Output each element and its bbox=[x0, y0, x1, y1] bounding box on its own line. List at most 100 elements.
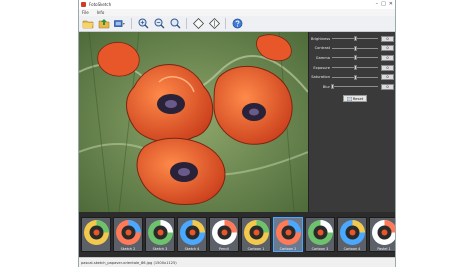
slider-handle[interactable] bbox=[353, 74, 357, 80]
effect-label: Cartoon 4 bbox=[343, 247, 361, 251]
blur-slider[interactable] bbox=[331, 84, 378, 90]
effect-filmstrip: Sketch 2 Sketch 3 Sketch 4 Pencil Cartoon 1 C… bbox=[79, 212, 395, 257]
main-area: Brightness 0 Contrast 0 Gamma 0 Exposure… bbox=[79, 32, 395, 212]
window-title: FotoSketch bbox=[89, 2, 112, 7]
zoom-fit-button[interactable] bbox=[169, 18, 181, 30]
effect-thumbnail[interactable]: Sketch 3 bbox=[145, 217, 175, 252]
poppy-sketch-image bbox=[79, 32, 308, 212]
menu-item-file[interactable]: File bbox=[82, 10, 89, 15]
slider-label: Exposure bbox=[313, 65, 330, 70]
effect-label: Sketch 4 bbox=[184, 247, 200, 251]
maximize-icon[interactable]: □ bbox=[381, 1, 386, 7]
slider-handle[interactable] bbox=[353, 55, 357, 61]
effect-thumbnail[interactable]: Cartoon 4 bbox=[337, 217, 367, 252]
minimize-icon[interactable]: – bbox=[376, 1, 379, 7]
reset-button[interactable]: Reset bbox=[343, 95, 367, 102]
effect-label: Sketch 2 bbox=[120, 247, 136, 251]
effect-preview-image bbox=[115, 220, 141, 245]
rotate-left-icon bbox=[192, 18, 204, 29]
zoom-in-button[interactable] bbox=[137, 18, 149, 30]
zoom-out-icon bbox=[154, 18, 164, 29]
effect-thumbnail[interactable]: Pastel 1 bbox=[369, 217, 395, 252]
slider-label: Contrast bbox=[314, 46, 330, 51]
slider-handle[interactable] bbox=[353, 65, 357, 71]
menu-bar: File Info bbox=[79, 9, 395, 16]
zoom-in-icon bbox=[138, 18, 148, 29]
effect-label: Sketch 3 bbox=[152, 247, 168, 251]
slider-row-contrast: Contrast 0 bbox=[309, 44, 395, 54]
effect-preview-image bbox=[339, 220, 365, 245]
rotate-right-button[interactable] bbox=[208, 18, 220, 30]
reset-icon bbox=[346, 96, 352, 101]
effect-preview-image bbox=[211, 220, 237, 245]
effect-preview-image bbox=[307, 220, 333, 245]
window-controls: – □ ✕ bbox=[376, 1, 393, 7]
effect-thumbnail[interactable]: Cartoon 1 bbox=[241, 217, 271, 252]
app-window: FotoSketch – □ ✕ File Info Brightness 0 … bbox=[78, 0, 396, 267]
slider-row-gamma: Gamma 0 bbox=[309, 53, 395, 63]
slider-row-saturation: Saturation 0 bbox=[309, 72, 395, 82]
toolbar bbox=[79, 16, 395, 32]
saturation-value-field[interactable]: 0 bbox=[381, 74, 394, 81]
title-bar: FotoSketch – □ ✕ bbox=[79, 0, 395, 9]
slider-handle[interactable] bbox=[331, 84, 335, 90]
open-button[interactable] bbox=[82, 18, 94, 30]
slider-handle[interactable] bbox=[353, 36, 357, 42]
image-canvas[interactable] bbox=[79, 32, 308, 212]
rotate-right-icon bbox=[208, 18, 220, 29]
effect-preview-image bbox=[243, 220, 269, 245]
slider-handle[interactable] bbox=[353, 45, 357, 51]
zoom-fit-icon bbox=[170, 18, 180, 29]
effect-preview-image bbox=[147, 220, 173, 245]
slider-row-exposure: Exposure 0 bbox=[309, 63, 395, 73]
brightness-slider[interactable] bbox=[332, 36, 378, 42]
saturation-slider[interactable] bbox=[332, 74, 378, 80]
close-icon[interactable]: ✕ bbox=[389, 1, 393, 7]
display-mode-icon bbox=[114, 19, 125, 27]
save-button[interactable] bbox=[98, 18, 110, 30]
blur-value-field[interactable]: 0 bbox=[381, 83, 394, 90]
toolbar-separator bbox=[225, 18, 226, 29]
display-mode-button[interactable] bbox=[114, 18, 126, 30]
save-icon bbox=[98, 19, 110, 29]
slider-label: Gamma bbox=[315, 55, 330, 60]
effect-label: Cartoon 2 bbox=[279, 247, 297, 251]
status-filename: pascal-sketch_papaver-orientale_86.jpg (… bbox=[81, 260, 177, 265]
effect-thumbnail[interactable] bbox=[81, 217, 111, 252]
gamma-value-field[interactable]: 0 bbox=[381, 54, 394, 61]
open-folder-icon bbox=[82, 20, 94, 29]
effect-preview-image bbox=[83, 220, 109, 245]
menu-item-info[interactable]: Info bbox=[97, 10, 105, 15]
effect-thumbnail[interactable]: Pencil bbox=[209, 217, 239, 252]
zoom-out-button[interactable] bbox=[153, 18, 165, 30]
status-bar: pascal-sketch_papaver-orientale_86.jpg (… bbox=[79, 257, 395, 267]
slider-row-blur: Blur 0 bbox=[309, 82, 395, 92]
exposure-value-field[interactable]: 0 bbox=[381, 64, 394, 71]
slider-label: Blur bbox=[322, 84, 330, 89]
brightness-value-field[interactable]: 0 bbox=[381, 35, 394, 42]
effect-thumbnail[interactable]: Cartoon 2 bbox=[273, 217, 303, 252]
help-button[interactable] bbox=[231, 18, 243, 30]
help-icon bbox=[232, 18, 242, 29]
effect-preview-image bbox=[275, 220, 301, 245]
slider-label: Saturation bbox=[311, 75, 330, 80]
effect-label: Cartoon 1 bbox=[247, 247, 265, 251]
adjustments-panel: Brightness 0 Contrast 0 Gamma 0 Exposure… bbox=[308, 32, 395, 212]
effect-thumbnail[interactable]: Sketch 4 bbox=[177, 217, 207, 252]
effect-preview-image bbox=[179, 220, 205, 245]
toolbar-separator bbox=[131, 18, 132, 29]
gamma-slider[interactable] bbox=[332, 55, 378, 61]
effect-thumbnail[interactable]: Cartoon 3 bbox=[305, 217, 335, 252]
effect-label: Cartoon 3 bbox=[311, 247, 329, 251]
app-logo-icon bbox=[81, 2, 86, 7]
exposure-slider[interactable] bbox=[332, 65, 378, 71]
toolbar-separator bbox=[186, 18, 187, 29]
rotate-left-button[interactable] bbox=[192, 18, 204, 30]
slider-label: Brightness bbox=[311, 36, 331, 41]
effect-label: Pastel 1 bbox=[377, 247, 391, 251]
contrast-slider[interactable] bbox=[332, 45, 378, 51]
effect-thumbnail[interactable]: Sketch 2 bbox=[113, 217, 143, 252]
effect-preview-image bbox=[371, 220, 395, 245]
effect-label: Pencil bbox=[219, 247, 229, 251]
contrast-value-field[interactable]: 0 bbox=[381, 45, 394, 52]
